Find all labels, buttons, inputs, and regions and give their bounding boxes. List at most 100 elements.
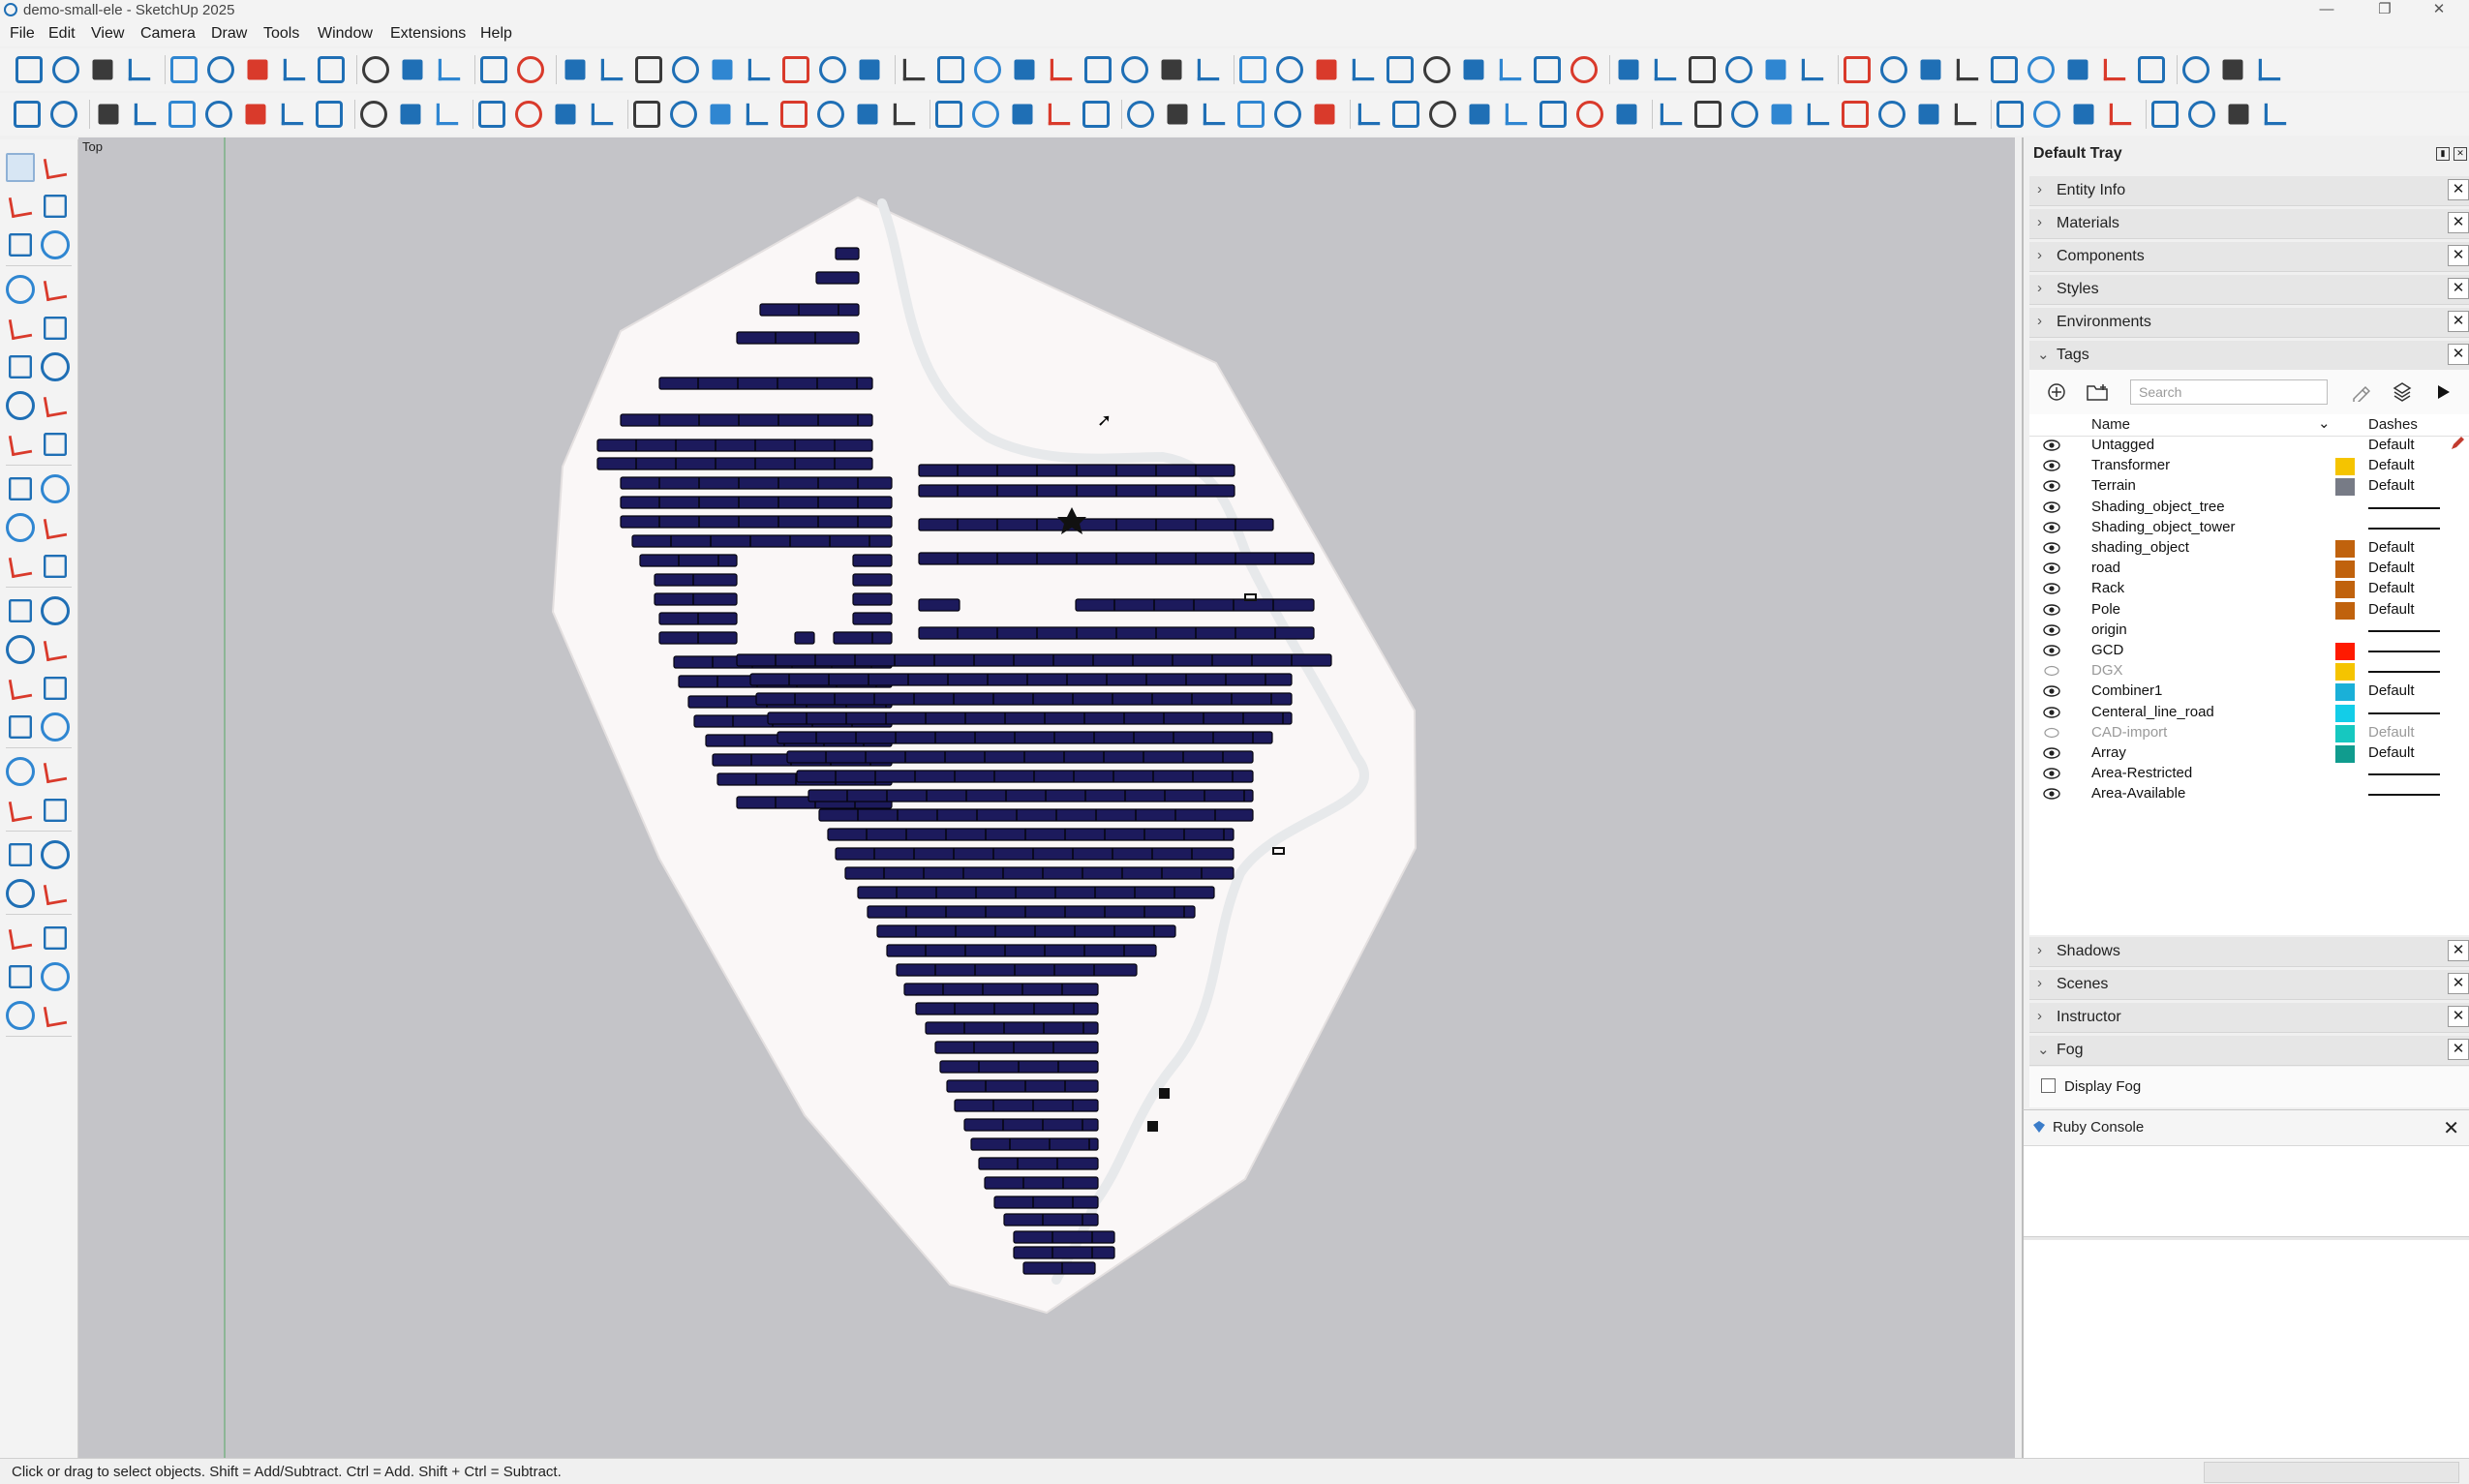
- tag-name[interactable]: road: [2091, 560, 2120, 576]
- toolbar-tool-icon[interactable]: [1352, 58, 1375, 81]
- close-icon[interactable]: ✕: [2448, 212, 2469, 233]
- tag-row[interactable]: shading_object Default: [2029, 538, 2469, 559]
- minimize-button[interactable]: —: [2304, 0, 2349, 21]
- toolbar-tool-icon[interactable]: [974, 56, 1001, 83]
- tool-icon[interactable]: [41, 962, 70, 991]
- toolbar-tool-icon[interactable]: [134, 103, 157, 126]
- tool-icon[interactable]: [44, 317, 67, 340]
- toolbar-tool-icon[interactable]: [1956, 58, 1979, 81]
- tag-row[interactable]: Terrain Default: [2029, 476, 2469, 497]
- tool-icon[interactable]: [8, 194, 33, 219]
- tag-name[interactable]: Area-Available: [2091, 785, 2185, 802]
- toolbar-tool-icon[interactable]: [168, 101, 196, 128]
- toolbar-tool-icon[interactable]: [98, 104, 119, 125]
- toolbar-tool-icon[interactable]: [1725, 56, 1753, 83]
- tag-name[interactable]: Pole: [2091, 601, 2120, 618]
- tag-name[interactable]: origin: [2091, 621, 2127, 638]
- toolbar-tool-icon[interactable]: [2182, 56, 2210, 83]
- tool-icon[interactable]: [44, 799, 67, 822]
- toolbar-tool-icon[interactable]: [1771, 104, 1792, 125]
- menu-camera[interactable]: Camera: [140, 25, 196, 43]
- tool-icon[interactable]: [43, 881, 68, 906]
- toolbar-tool-icon[interactable]: [402, 59, 423, 80]
- toolbar-tool-icon[interactable]: [746, 103, 769, 126]
- tool-icon[interactable]: [41, 712, 70, 742]
- measurements-box[interactable]: [2204, 1462, 2459, 1483]
- tag-dash-line[interactable]: [2368, 671, 2440, 674]
- tray-close-icon[interactable]: ✕: [2454, 147, 2467, 161]
- toolbar-tool-icon[interactable]: [1505, 103, 1528, 126]
- toolbar-tool-icon[interactable]: [780, 101, 808, 128]
- toolbar-tool-icon[interactable]: [1203, 103, 1226, 126]
- tag-row[interactable]: CAD-import Default: [2029, 723, 2469, 743]
- tag-color-swatch[interactable]: [2335, 581, 2355, 599]
- panel-instructor[interactable]: › Instructor ✕: [2029, 1003, 2469, 1033]
- toolbar-tool-icon[interactable]: [15, 56, 43, 83]
- tag-dashes[interactable]: Default: [2368, 560, 2415, 576]
- toolbar-tool-icon[interactable]: [205, 101, 232, 128]
- tag-tool-icon[interactable]: [2351, 382, 2370, 402]
- toolbar-tool-icon[interactable]: [281, 103, 304, 126]
- tool-icon[interactable]: [8, 316, 33, 341]
- toolbar-tool-icon[interactable]: [515, 101, 542, 128]
- tag-color-swatch[interactable]: [2335, 663, 2355, 681]
- toolbar-tool-icon[interactable]: [480, 56, 507, 83]
- tag-color-swatch[interactable]: [2335, 704, 2355, 722]
- toolbar-tool-icon[interactable]: [2228, 104, 2249, 125]
- toolbar-tool-icon[interactable]: [2033, 101, 2060, 128]
- close-icon[interactable]: ✕: [2448, 245, 2469, 266]
- add-tag-icon[interactable]: [2047, 382, 2066, 402]
- toolbar-tool-icon[interactable]: [1539, 101, 1567, 128]
- tag-row[interactable]: Combiner1 Default: [2029, 681, 2469, 702]
- toolbar-tool-icon[interactable]: [902, 58, 926, 81]
- toolbar-tool-icon[interactable]: [1276, 56, 1303, 83]
- eye-hidden-icon[interactable]: [2043, 727, 2060, 739]
- panel-tags[interactable]: ⌄ Tags ✕: [2029, 341, 2469, 371]
- toolbar-tool-icon[interactable]: [92, 59, 113, 80]
- close-icon[interactable]: ✕: [2448, 1039, 2469, 1060]
- tool-icon[interactable]: [9, 843, 32, 866]
- toolbar-tool-icon[interactable]: [2264, 103, 2287, 126]
- tag-dash-line[interactable]: [2368, 773, 2440, 776]
- tag-name[interactable]: CAD-import: [2091, 724, 2167, 741]
- toolbar-tool-icon[interactable]: [52, 56, 79, 83]
- toolbar-tool-icon[interactable]: [2103, 58, 2126, 81]
- toolbar-tool-icon[interactable]: [2067, 59, 2088, 80]
- toolbar-tool-icon[interactable]: [710, 104, 731, 125]
- eye-icon[interactable]: [2043, 439, 2060, 451]
- tag-name[interactable]: Centeral_line_road: [2091, 704, 2214, 720]
- panel-scenes[interactable]: › Scenes ✕: [2029, 970, 2469, 1000]
- toolbar-tool-icon[interactable]: [937, 56, 964, 83]
- column-name[interactable]: Name: [2091, 416, 2130, 433]
- tag-name[interactable]: Terrain: [2091, 477, 2136, 494]
- toolbar-tool-icon[interactable]: [517, 56, 544, 83]
- tag-dashes[interactable]: Default: [2368, 724, 2415, 741]
- tag-name[interactable]: Array: [2091, 744, 2126, 761]
- panel-components[interactable]: › Components ✕: [2029, 242, 2469, 272]
- tool-icon[interactable]: [6, 635, 35, 664]
- tag-dashes[interactable]: Default: [2368, 601, 2415, 618]
- toolbar-tool-icon[interactable]: [1048, 103, 1071, 126]
- toolbar-tool-icon[interactable]: [747, 58, 771, 81]
- tool-icon[interactable]: [41, 230, 70, 259]
- toolbar-tool-icon[interactable]: [1274, 101, 1301, 128]
- tool-icon[interactable]: [6, 513, 35, 542]
- tag-name[interactable]: Rack: [2091, 580, 2124, 596]
- toolbar-tool-icon[interactable]: [318, 56, 345, 83]
- toolbar-tool-icon[interactable]: [1050, 58, 1073, 81]
- toolbar-tool-icon[interactable]: [1314, 104, 1335, 125]
- toolbar-tool-icon[interactable]: [1127, 101, 1154, 128]
- toolbar-tool-icon[interactable]: [2222, 59, 2243, 80]
- tag-row[interactable]: GCD: [2029, 641, 2469, 661]
- toolbar-tool-icon[interactable]: [1801, 58, 1824, 81]
- tool-icon[interactable]: [41, 474, 70, 503]
- toolbar-tool-icon[interactable]: [1429, 101, 1456, 128]
- toolbar-tool-icon[interactable]: [2109, 103, 2132, 126]
- toolbar-tool-icon[interactable]: [360, 101, 387, 128]
- tag-dashes[interactable]: Default: [2368, 437, 2415, 453]
- eye-icon[interactable]: [2043, 706, 2060, 718]
- tool-icon[interactable]: [6, 879, 35, 908]
- toolbar-tool-icon[interactable]: [1463, 59, 1484, 80]
- tool-icon[interactable]: [6, 275, 35, 304]
- eye-icon[interactable]: [2043, 500, 2060, 513]
